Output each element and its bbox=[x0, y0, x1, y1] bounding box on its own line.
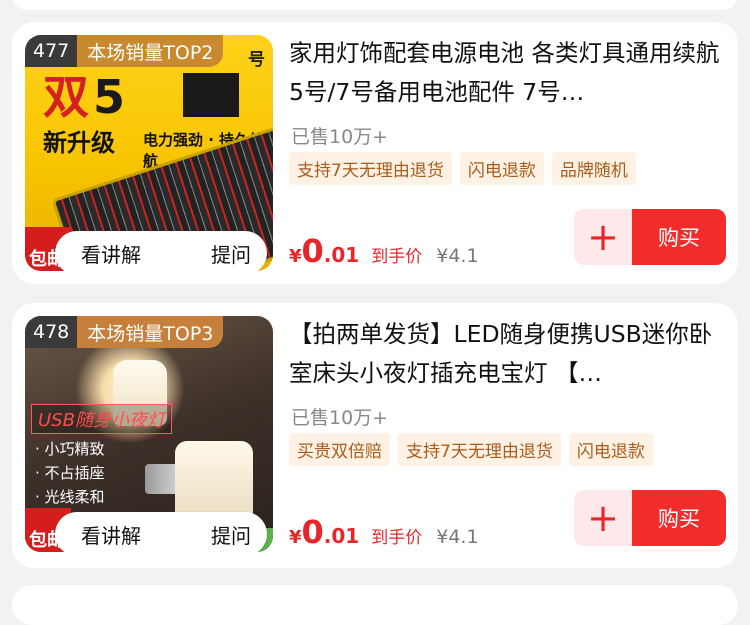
battery-size-label: 号 bbox=[248, 50, 265, 70]
plus-icon: + bbox=[587, 496, 619, 540]
previous-product-card bbox=[12, 0, 738, 10]
service-tag: 支持7天无理由退货 bbox=[289, 152, 452, 185]
watch-explanation-button[interactable]: 看讲解 bbox=[55, 239, 181, 268]
explain-ask-pill: 看讲解 提问 bbox=[55, 231, 267, 271]
price: ¥ 0 .01 到手价 ¥4.1 bbox=[289, 232, 479, 270]
add-to-cart-button[interactable]: + bbox=[574, 490, 632, 546]
svg-text:5: 5 bbox=[93, 70, 125, 119]
service-tag: 闪电退款 bbox=[568, 433, 653, 466]
add-to-cart-button[interactable]: + bbox=[574, 209, 632, 265]
original-price: ¥4.1 bbox=[436, 526, 479, 548]
thumb-feature: · 光线柔和 bbox=[35, 488, 105, 506]
rank-label: 本场销量TOP3 bbox=[77, 316, 224, 348]
rank-number: 477 bbox=[25, 35, 78, 67]
price-decimal: .01 bbox=[323, 243, 360, 267]
thumb-headline: 新升级 bbox=[43, 129, 115, 157]
rank-label: 本场销量TOP2 bbox=[77, 35, 224, 67]
rank-number: 478 bbox=[25, 316, 78, 348]
sold-count: 已售10万+ bbox=[291, 126, 389, 148]
product-title[interactable]: 【拍两单发货】LED随身便携USB迷你卧室床头小夜灯插充电宝灯 【… bbox=[289, 315, 727, 393]
thumb-headline: USB随身小夜灯 bbox=[31, 404, 172, 434]
product-thumbnail[interactable]: 双 5 号 新升级 电力强劲 · 持久续航 包邮 477 本场销量TOP2 看讲… bbox=[25, 35, 273, 271]
watch-explanation-button[interactable]: 看讲解 bbox=[55, 520, 181, 549]
sales-rank-badge: 477 本场销量TOP2 bbox=[25, 35, 224, 67]
product-title[interactable]: 家用灯饰配套电源电池 各类灯具通用续航5号/7号备用电池配件 7号… bbox=[289, 34, 727, 112]
price-label: 到手价 bbox=[371, 247, 423, 267]
service-tags: 支持7天无理由退货 闪电退款 品牌随机 bbox=[289, 152, 636, 185]
service-tag: 闪电退款 bbox=[459, 152, 544, 185]
ask-question-button[interactable]: 提问 bbox=[181, 239, 251, 268]
sales-rank-badge: 478 本场销量TOP3 bbox=[25, 316, 224, 348]
sold-count: 已售10万+ bbox=[291, 407, 389, 429]
thumb-feature: · 不占插座 bbox=[35, 464, 105, 482]
plus-icon: + bbox=[587, 215, 619, 259]
service-tag: 买贵双倍赔 bbox=[289, 433, 390, 466]
price: ¥ 0 .01 到手价 ¥4.1 bbox=[289, 513, 479, 551]
product-thumbnail[interactable]: USB随身小夜灯 · 小巧精致 · 不占插座 · 光线柔和 包邮 478 本场销… bbox=[25, 316, 273, 552]
ask-question-button[interactable]: 提问 bbox=[181, 520, 251, 549]
price-currency: ¥ bbox=[289, 246, 302, 267]
product-card[interactable]: 双 5 号 新升级 电力强劲 · 持久续航 包邮 477 本场销量TOP2 看讲… bbox=[12, 22, 738, 284]
thumb-feature: · 小巧精致 bbox=[35, 440, 105, 458]
price-currency: ¥ bbox=[289, 527, 302, 548]
product-card[interactable]: USB随身小夜灯 · 小巧精致 · 不占插座 · 光线柔和 包邮 478 本场销… bbox=[12, 303, 738, 568]
price-integer: 0 bbox=[301, 513, 324, 551]
price-label: 到手价 bbox=[371, 528, 423, 548]
service-tag: 支持7天无理由退货 bbox=[398, 433, 561, 466]
battery-pack-graphic: 双 5 bbox=[33, 69, 265, 124]
price-integer: 0 bbox=[301, 232, 324, 270]
price-decimal: .01 bbox=[323, 524, 360, 548]
buy-button[interactable]: 购买 bbox=[632, 490, 726, 546]
explain-ask-pill: 看讲解 提问 bbox=[55, 512, 267, 552]
original-price: ¥4.1 bbox=[436, 245, 479, 267]
service-tag: 品牌随机 bbox=[551, 152, 636, 185]
next-product-card bbox=[12, 585, 738, 625]
service-tags: 买贵双倍赔 支持7天无理由退货 闪电退款 bbox=[289, 433, 653, 466]
svg-text:双: 双 bbox=[43, 70, 89, 119]
buy-button[interactable]: 购买 bbox=[632, 209, 726, 265]
